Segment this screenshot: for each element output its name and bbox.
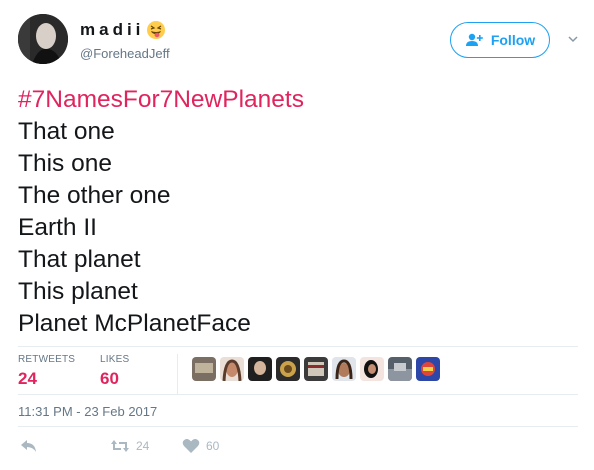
retweets-count: 24 (18, 369, 37, 388)
likes-count: 60 (100, 369, 119, 388)
likes-stat[interactable]: LIKES 60 (100, 354, 129, 389)
tweet-line: Earth II (18, 214, 97, 241)
liker-avatar[interactable] (276, 357, 300, 381)
liker-avatar[interactable] (220, 357, 244, 381)
user-handle[interactable]: @ForeheadJeff (80, 46, 170, 61)
avatar[interactable] (18, 14, 68, 64)
like-button[interactable]: 60 (182, 438, 219, 454)
tweet-line: The other one (18, 182, 171, 209)
liker-avatar[interactable] (192, 357, 216, 381)
liker-avatar[interactable] (304, 357, 328, 381)
retweet-button[interactable]: 24 (110, 438, 149, 454)
retweet-icon (111, 440, 129, 452)
tweet-timestamp[interactable]: 11:31 PM - 23 Feb 2017 (18, 404, 157, 419)
retweet-count: 24 (136, 439, 150, 453)
liker-avatar[interactable] (248, 357, 272, 381)
follow-button-label: Follow (490, 32, 536, 48)
retweets-stat[interactable]: RETWEETS 24 (18, 354, 75, 389)
tweet-actions: 24 60 (18, 438, 318, 460)
tweet-line: That planet (18, 246, 141, 273)
liker-avatar[interactable] (416, 357, 440, 381)
divider (18, 394, 578, 395)
add-user-icon (465, 33, 483, 46)
tweet-text: #7NamesFor7NewPlanets That one This one … (18, 84, 578, 340)
display-name[interactable]: madii (80, 20, 144, 40)
divider (18, 346, 578, 347)
reply-button[interactable] (20, 438, 44, 454)
divider (18, 426, 578, 427)
tweet-line: Planet McPlanetFace (18, 310, 251, 337)
heart-icon (182, 439, 200, 453)
hashtag-link[interactable]: #7NamesFor7NewPlanets (18, 84, 578, 116)
reply-icon (21, 440, 36, 452)
liker-avatar[interactable] (332, 357, 356, 381)
follow-button[interactable]: Follow (450, 22, 550, 58)
tweet-line: This one (18, 150, 112, 177)
display-name-row: madii (80, 20, 166, 40)
tweet-line: This planet (18, 278, 138, 305)
squinting-face-with-tongue-icon (146, 20, 166, 40)
liker-avatars (192, 357, 444, 381)
likes-label: LIKES (100, 354, 130, 365)
tweet-header: madii @ForeheadJeff Follow (18, 14, 578, 66)
retweets-label: RETWEETS (18, 354, 76, 365)
stats-divider (177, 354, 178, 394)
liker-avatar[interactable] (388, 357, 412, 381)
liker-avatar[interactable] (360, 357, 384, 381)
tweet-line: That one (18, 118, 115, 145)
chevron-down-icon[interactable] (566, 32, 580, 46)
like-count: 60 (206, 439, 220, 453)
